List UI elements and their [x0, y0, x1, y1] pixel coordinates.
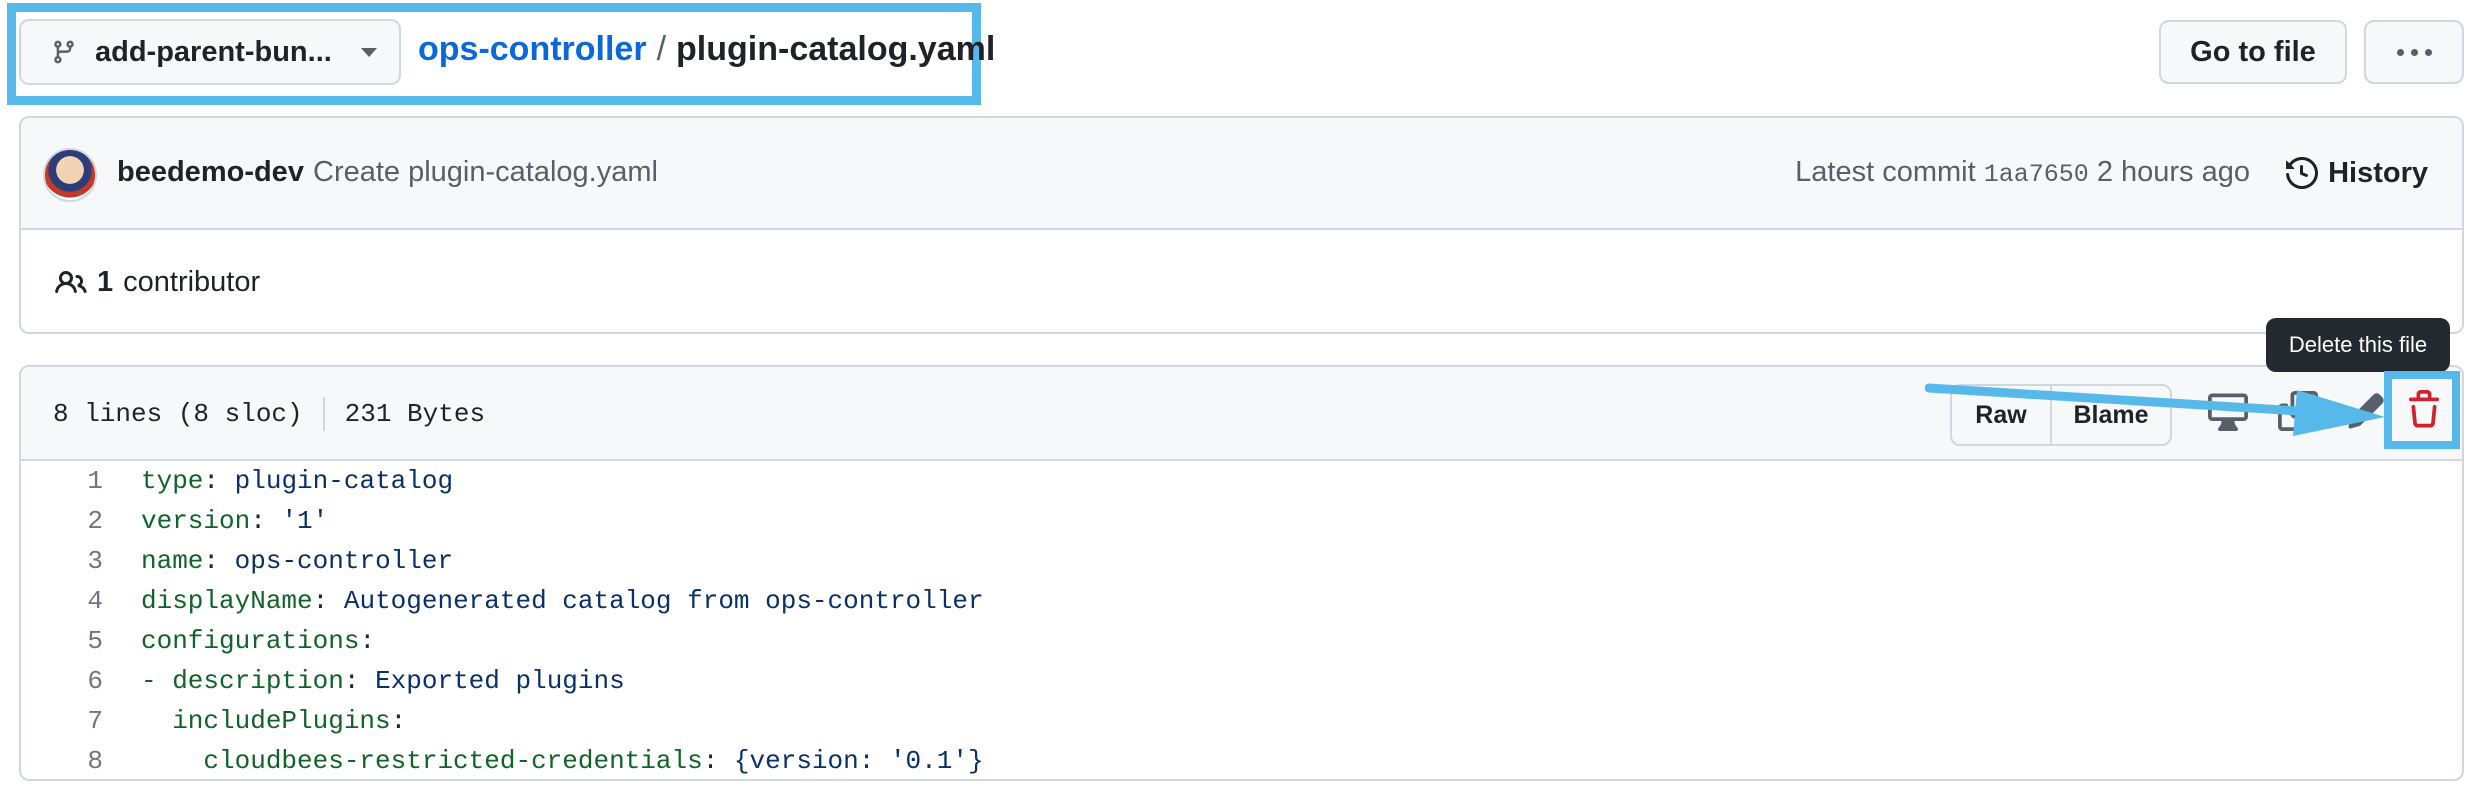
latest-commit-header: beedemo-dev Create plugin-catalog.yaml L… — [21, 118, 2462, 230]
yaml-key: type — [141, 466, 204, 496]
yaml-value: {version: '0.1'} — [733, 746, 984, 776]
code-line: 2 version: '1' — [21, 501, 2462, 541]
commit-message-link[interactable]: Create plugin-catalog.yaml — [313, 156, 658, 189]
code-text: version: '1' — [141, 501, 328, 541]
yaml-key: includePlugins — [141, 706, 391, 736]
history-link[interactable]: History — [2286, 148, 2428, 198]
contributor-label: contributor — [123, 266, 261, 298]
code-text: includePlugins: — [141, 701, 406, 741]
commit-time: 2 hours ago — [2096, 156, 2250, 188]
line-number[interactable]: 6 — [21, 661, 103, 701]
file-info: 8 lines (8 sloc) 231 Bytes — [53, 397, 485, 431]
avatar[interactable] — [43, 148, 97, 202]
caret-down-icon — [361, 47, 377, 57]
yaml-separator: : — [702, 746, 734, 776]
breadcrumb-separator: / — [656, 30, 667, 68]
yaml-value: Autogenerated catalog from ops-controlle… — [343, 586, 984, 616]
history-icon — [2286, 157, 2319, 189]
latest-commit-meta: Latest commit 1aa7650 2 hours ago — [1795, 156, 2250, 189]
code-line: 7 includePlugins: — [21, 701, 2462, 741]
line-number[interactable]: 1 — [21, 461, 103, 501]
code-line: 6 - description: Exported plugins — [21, 661, 2462, 701]
line-number[interactable]: 2 — [21, 501, 103, 541]
line-number[interactable]: 7 — [21, 701, 103, 741]
more-options-button[interactable] — [2364, 20, 2464, 84]
breadcrumb-repo-link[interactable]: ops-controller — [418, 30, 647, 68]
yaml-value: '1' — [281, 506, 329, 536]
code-text: cloudbees-restricted-credentials: {versi… — [141, 741, 984, 779]
divider — [322, 397, 325, 431]
commit-sha-link[interactable]: 1aa7650 — [1984, 160, 2089, 189]
line-number[interactable]: 3 — [21, 541, 103, 581]
yaml-key: configurations — [141, 626, 360, 656]
commit-info-box: beedemo-dev Create plugin-catalog.yaml L… — [19, 116, 2464, 334]
yaml-separator: : — [312, 586, 344, 616]
branch-name: add-parent-bun... — [95, 35, 332, 68]
yaml-separator: : — [390, 706, 407, 736]
yaml-key: - description — [141, 666, 344, 696]
go-to-file-button[interactable]: Go to file — [2159, 20, 2347, 84]
commit-author-link[interactable]: beedemo-dev — [117, 156, 304, 189]
code-view: 1 type: plugin-catalog 2 version: '1' 3 name:… — [21, 461, 2462, 779]
code-line: 3 name: ops-controller — [21, 541, 2462, 581]
delete-file-tooltip: Delete this file — [2266, 318, 2450, 372]
file-size-info: 231 Bytes — [344, 399, 486, 429]
file-lines-info: 8 lines (8 sloc) — [53, 399, 303, 429]
yaml-separator: : — [203, 546, 235, 576]
yaml-key: name — [141, 546, 204, 576]
code-line: 1 type: plugin-catalog — [21, 461, 2462, 501]
line-number[interactable]: 5 — [21, 621, 103, 661]
breadcrumb: ops-controller / plugin-catalog.yaml — [418, 30, 995, 69]
yaml-separator: : — [250, 506, 282, 536]
code-text: configurations: — [141, 621, 375, 661]
code-text: - description: Exported plugins — [141, 661, 625, 701]
contributor-count: 1 — [97, 266, 114, 298]
code-text: name: ops-controller — [141, 541, 453, 581]
yaml-key: version — [141, 506, 251, 536]
trash-icon[interactable] — [2404, 390, 2444, 430]
yaml-separator: : — [343, 666, 376, 696]
code-text: displayName: Autogenerated catalog from … — [141, 581, 984, 621]
line-number[interactable]: 4 — [21, 581, 103, 621]
contributors-info[interactable]: 1 contributor — [55, 266, 260, 299]
line-number[interactable]: 8 — [21, 741, 103, 779]
yaml-value: plugin-catalog — [234, 466, 454, 496]
yaml-key: displayName — [141, 586, 313, 616]
code-text: type: plugin-catalog — [141, 461, 453, 501]
kebab-horizontal-icon — [2396, 48, 2432, 56]
code-line: 5 configurations: — [21, 621, 2462, 661]
latest-commit-label: Latest commit — [1795, 156, 1976, 188]
code-line: 4 displayName: Autogenerated catalog from… — [21, 581, 2462, 621]
yaml-value: ops-controller — [234, 546, 454, 576]
branch-selector-button[interactable]: add-parent-bun... — [19, 19, 401, 85]
people-icon — [55, 270, 87, 293]
git-branch-icon — [54, 40, 74, 64]
code-line: 8 cloudbees-restricted-credentials: {ver… — [21, 741, 2462, 779]
yaml-key: cloudbees-restricted-credentials — [141, 746, 703, 776]
history-label: History — [2328, 156, 2428, 189]
yaml-separator: : — [203, 466, 235, 496]
yaml-value: Exported plugins — [375, 666, 625, 696]
annotation-arrow — [1925, 383, 2385, 436]
breadcrumb-file-name: plugin-catalog.yaml — [676, 30, 996, 68]
yaml-separator: : — [359, 626, 376, 656]
